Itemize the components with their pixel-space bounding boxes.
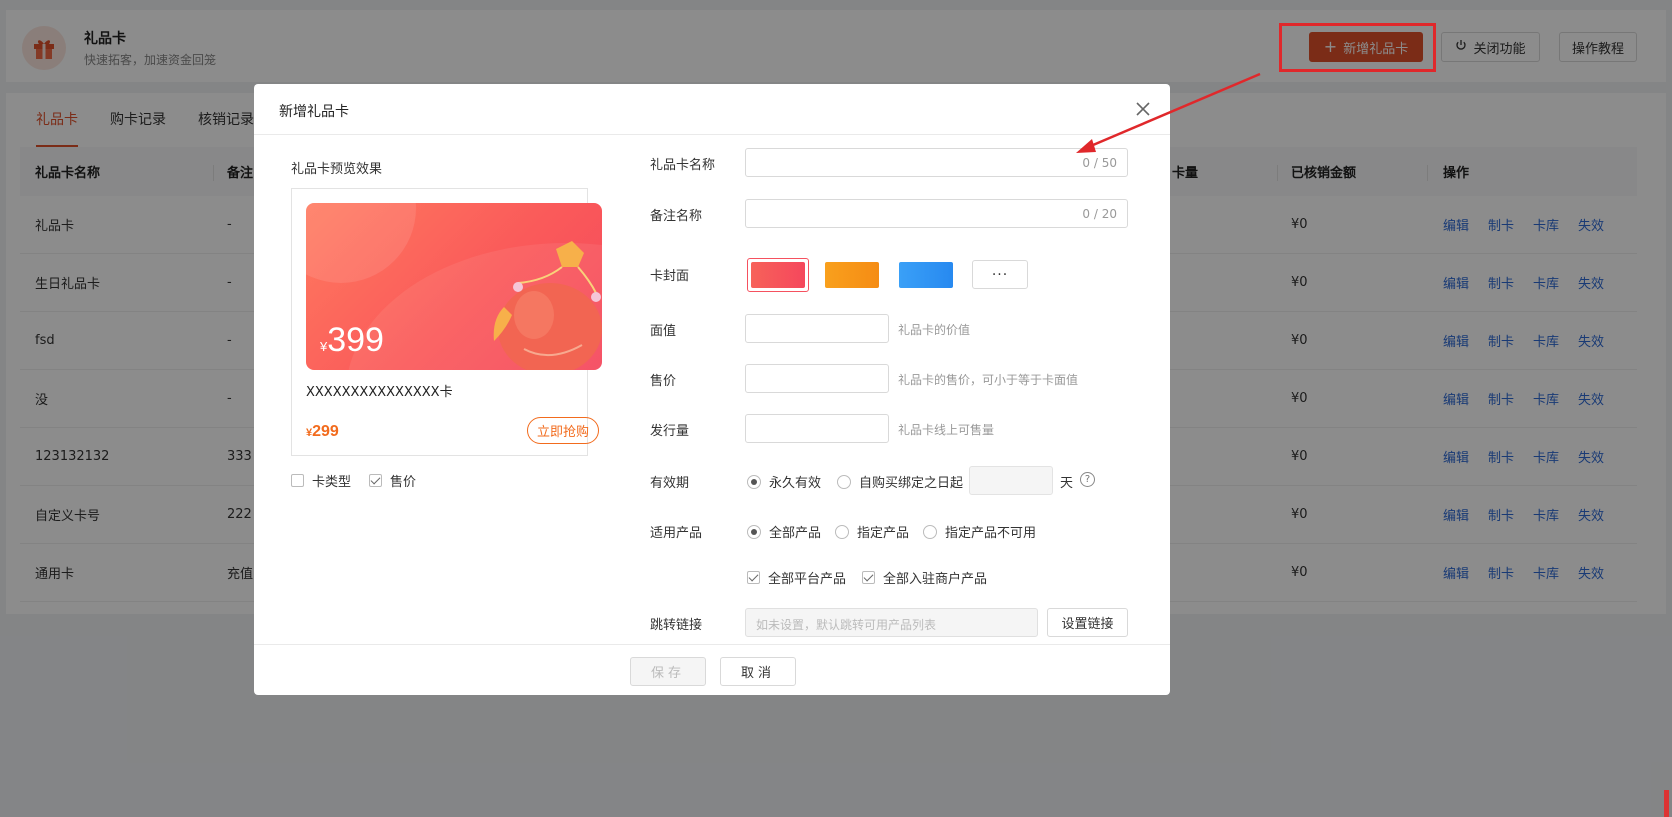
product-scope-checks: 全部平台产品 全部入驻商户产品	[747, 568, 987, 587]
cover-swatch-red	[751, 262, 805, 288]
jump-link-input[interactable]: 如未设置，默认跳转可用产品列表	[745, 608, 1038, 637]
jump-link-label: 跳转链接	[650, 618, 703, 633]
card-face-value: ¥399	[320, 321, 384, 360]
dialog-title: 新增礼品卡	[279, 104, 349, 120]
checkbox-box[interactable]	[862, 571, 876, 584]
card-type-checkbox[interactable]: 卡类型	[291, 471, 351, 490]
name-label: 礼品卡名称	[650, 158, 716, 173]
excluded-products-label: 指定产品不可用	[945, 526, 1037, 541]
card-type-label: 卡类型	[312, 475, 352, 490]
validity-options: 永久有效 自购买绑定之日起	[747, 472, 963, 491]
face-value-hint: 礼品卡的价值	[898, 323, 971, 337]
validity-from-purchase-radio[interactable]: 自购买绑定之日起	[837, 472, 963, 491]
validity-forever-radio[interactable]: 永久有效	[747, 472, 821, 491]
radio-dot[interactable]	[837, 474, 852, 489]
card-name: XXXXXXXXXXXXXXX卡	[306, 385, 453, 400]
note-input[interactable]: 0 / 20	[745, 199, 1128, 228]
scroll-indicator	[1664, 790, 1669, 817]
help-icon[interactable]: ?	[1080, 472, 1095, 487]
name-counter: 0 / 50	[1082, 156, 1117, 170]
add-gift-card-dialog: 新增礼品卡 礼品卡预览效果 ¥399 XXXXXXXXXXXXXXX卡 ¥299…	[254, 84, 1170, 695]
issue-quantity-label: 发行量	[650, 424, 690, 439]
excluded-products-radio[interactable]: 指定产品不可用	[923, 522, 1036, 541]
radio-dot[interactable]	[747, 474, 761, 489]
card-preview: ¥399 XXXXXXXXXXXXXXX卡 ¥299 立即抢购	[291, 188, 602, 456]
products-options: 全部产品 指定产品 指定产品不可用	[747, 522, 1036, 541]
dialog-footer: 保存 取消	[254, 644, 1170, 695]
cover-label: 卡封面	[650, 269, 690, 284]
checkbox-box[interactable]	[369, 474, 383, 487]
validity-forever-label: 永久有效	[769, 476, 822, 491]
days-unit-label: 天	[1060, 476, 1074, 491]
note-label: 备注名称	[650, 209, 703, 224]
checkbox-box[interactable]	[291, 474, 304, 487]
validity-from-purchase-label: 自购买绑定之日起	[859, 476, 964, 491]
validity-label: 有效期	[650, 476, 690, 491]
cancel-button[interactable]: 取消	[720, 657, 796, 686]
card-value: 399	[327, 321, 384, 359]
price-label: 售价	[390, 475, 417, 490]
cover-red-option[interactable]	[747, 258, 809, 292]
platform-products-label: 全部平台产品	[768, 572, 847, 587]
more-covers-button[interactable]: ···	[972, 260, 1028, 289]
dialog-header: 新增礼品卡	[254, 84, 1170, 135]
validity-days-input[interactable]	[969, 466, 1053, 495]
specified-products-label: 指定产品	[857, 526, 910, 541]
note-counter: 0 / 20	[1082, 207, 1117, 221]
price-checkbox[interactable]: 售价	[369, 471, 416, 490]
all-products-label: 全部产品	[769, 526, 822, 541]
lucky-bag-icon	[493, 241, 602, 370]
all-products-radio[interactable]: 全部产品	[747, 522, 821, 541]
card-sale-price: ¥299	[306, 423, 339, 441]
sale-price-input[interactable]	[745, 364, 889, 393]
cover-orange-option[interactable]	[825, 262, 879, 288]
sale-price: 299	[312, 423, 339, 440]
products-label: 适用产品	[650, 526, 703, 541]
face-value-input[interactable]	[745, 314, 889, 343]
issue-quantity-input[interactable]	[745, 414, 889, 443]
name-input[interactable]: 0 / 50	[745, 148, 1128, 177]
buy-now-button: 立即抢购	[527, 417, 599, 444]
preview-options: 卡类型 售价	[291, 471, 416, 490]
merchant-products-label: 全部入驻商户产品	[883, 572, 988, 587]
radio-dot[interactable]	[835, 524, 850, 539]
sale-price-label: 售价	[650, 374, 677, 389]
annotation-highlight	[1279, 23, 1436, 72]
checkbox-box[interactable]	[747, 571, 760, 584]
close-icon[interactable]	[1132, 98, 1154, 120]
gift-card-image: ¥399	[306, 203, 602, 370]
radio-dot[interactable]	[747, 524, 761, 539]
specified-products-radio[interactable]: 指定产品	[835, 522, 909, 541]
preview-label: 礼品卡预览效果	[291, 162, 383, 177]
issue-quantity-hint: 礼品卡线上可售量	[898, 423, 995, 437]
save-button[interactable]: 保存	[630, 657, 706, 686]
set-link-button[interactable]: 设置链接	[1047, 608, 1128, 637]
card-decoration	[306, 203, 416, 283]
platform-products-checkbox[interactable]: 全部平台产品	[747, 568, 846, 587]
sale-price-hint: 礼品卡的售价，可小于等于卡面值	[898, 373, 1079, 387]
face-value-label: 面值	[650, 324, 677, 339]
cover-blue-option[interactable]	[899, 262, 953, 288]
merchant-products-checkbox[interactable]: 全部入驻商户产品	[862, 568, 987, 587]
radio-dot[interactable]	[923, 524, 938, 539]
